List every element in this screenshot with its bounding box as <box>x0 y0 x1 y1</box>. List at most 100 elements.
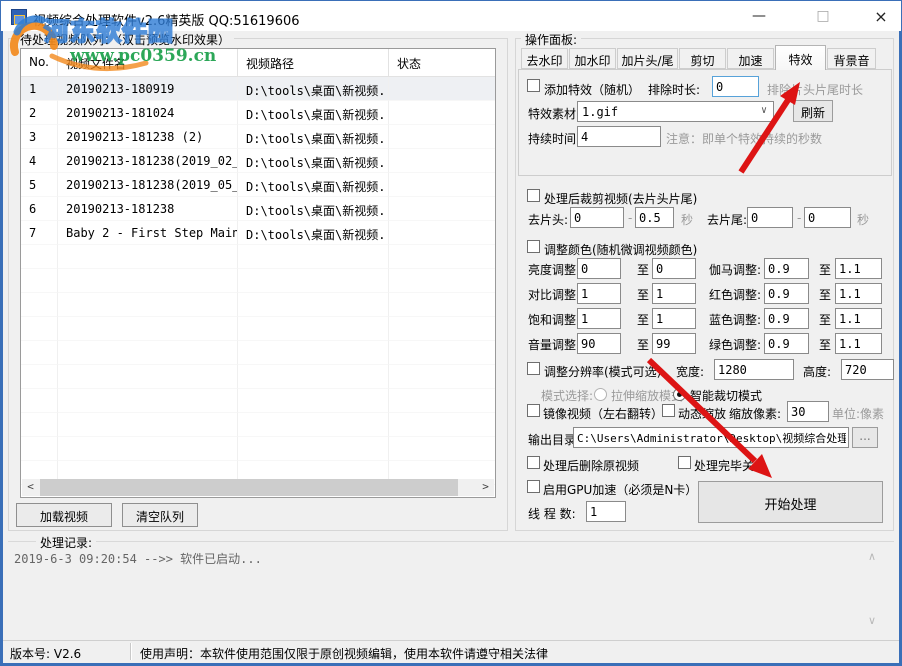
color-input-to-left[interactable] <box>652 283 696 304</box>
empty-cell <box>58 365 238 389</box>
color-input-to-right[interactable] <box>835 333 882 354</box>
log-scroll-up-icon[interactable]: ∧ <box>868 550 876 563</box>
duration-note: 注意：即单个特效持续的秒数 <box>666 130 822 147</box>
color-input-to-left[interactable] <box>652 333 696 354</box>
exclude-duration-input[interactable] <box>712 76 759 97</box>
to-label: 至 <box>819 336 831 353</box>
log-title: 处理记录: <box>36 534 96 551</box>
height-input[interactable] <box>841 359 894 380</box>
color-input-from-right[interactable] <box>764 283 809 304</box>
width-input[interactable] <box>714 359 794 380</box>
dynamic-zoom-checkbox[interactable] <box>662 404 675 417</box>
duration-input[interactable] <box>577 126 661 147</box>
cell-no: 5 <box>21 173 58 197</box>
refresh-button[interactable]: 刷新 <box>793 100 833 122</box>
app-icon <box>11 9 27 25</box>
empty-cell <box>389 437 495 461</box>
empty-cell <box>21 269 58 293</box>
empty-cell <box>238 317 389 341</box>
stretch-mode-radio[interactable] <box>594 388 607 401</box>
resolution-checkbox[interactable] <box>527 362 540 375</box>
color-input-from-left[interactable] <box>577 308 621 329</box>
color-input-from-left[interactable] <box>577 258 621 279</box>
mirror-checkbox[interactable] <box>527 404 540 417</box>
load-videos-button[interactable]: 加载视频 <box>16 503 112 527</box>
table-row[interactable]: 420190213-181238(2019_02_2...D:\tools\桌面… <box>21 149 495 173</box>
tab-加速[interactable]: 加速 <box>727 48 774 69</box>
to-label: 至 <box>637 261 649 278</box>
browse-button[interactable]: ... <box>852 427 878 448</box>
tab-加水印[interactable]: 加水印 <box>569 48 616 69</box>
start-processing-button[interactable]: 开始处理 <box>698 481 883 523</box>
color-input-from-left[interactable] <box>577 283 621 304</box>
shutdown-after-checkbox[interactable] <box>678 456 691 469</box>
crop-head-to-input[interactable] <box>635 207 674 228</box>
empty-cell <box>21 293 58 317</box>
empty-cell <box>389 413 495 437</box>
crop-tail-from-input[interactable] <box>747 207 793 228</box>
crop-head-from-input[interactable] <box>570 207 624 228</box>
gpu-checkbox[interactable] <box>527 480 540 493</box>
empty-cell <box>389 317 495 341</box>
horizontal-scrollbar[interactable]: < > <box>22 479 494 496</box>
color-input-from-right[interactable] <box>764 333 809 354</box>
shutdown-after-label: 处理完毕关机 <box>694 457 766 474</box>
column-header: 视频文件名 <box>58 49 238 76</box>
empty-cell <box>58 317 238 341</box>
color-input-to-left[interactable] <box>652 308 696 329</box>
table-row[interactable]: 120190213-180919D:\tools\桌面\新视频... <box>21 77 495 101</box>
close-button[interactable]: × <box>862 2 900 31</box>
delete-after-label: 处理后删除原视频 <box>543 457 639 474</box>
tab-背景音[interactable]: 背景音 <box>827 48 876 69</box>
clear-queue-button[interactable]: 清空队列 <box>122 503 198 527</box>
table-row[interactable]: 220190213-181024D:\tools\桌面\新视频... <box>21 101 495 125</box>
empty-table-row <box>21 293 495 317</box>
color-input-to-left[interactable] <box>652 258 696 279</box>
scrollbar-thumb[interactable] <box>40 479 458 496</box>
cell-no: 4 <box>21 149 58 173</box>
cell-status <box>389 149 495 173</box>
tab-剪切[interactable]: 剪切 <box>679 48 726 69</box>
crop-checkbox[interactable] <box>527 189 540 202</box>
cell-filename: 20190213-181238(2019_02_2... <box>58 149 238 173</box>
table-row[interactable]: 320190213-181238 (2)D:\tools\桌面\新视频... <box>21 125 495 149</box>
height-label: 高度: <box>803 363 831 380</box>
output-dir-input[interactable] <box>573 427 849 448</box>
empty-cell <box>58 389 238 413</box>
empty-cell <box>238 389 389 413</box>
scroll-right-icon[interactable]: > <box>477 479 494 496</box>
threads-input[interactable] <box>586 501 626 522</box>
color-checkbox[interactable] <box>527 240 540 253</box>
color-input-from-right[interactable] <box>764 258 809 279</box>
color-input-from-left[interactable] <box>577 333 621 354</box>
cell-status <box>389 101 495 125</box>
material-combobox[interactable]: 1.gif ∨ <box>577 101 774 122</box>
empty-table-row <box>21 413 495 437</box>
scroll-left-icon[interactable]: < <box>22 479 39 496</box>
video-queue-table[interactable]: No.视频文件名视频路径状态 120190213-180919D:\tools\… <box>20 48 496 498</box>
log-scroll-down-icon[interactable]: ∨ <box>868 614 876 627</box>
zoom-pixels-input[interactable] <box>787 401 829 422</box>
tab-去水印[interactable]: 去水印 <box>521 48 568 69</box>
color-input-to-right[interactable] <box>835 283 882 304</box>
minimize-button[interactable]: — <box>734 2 784 31</box>
crop-tail-to-input[interactable] <box>804 207 851 228</box>
tab-特效[interactable]: 特效 <box>775 45 826 70</box>
cell-filename: 20190213-181238 <box>58 197 238 221</box>
color-input-to-right[interactable] <box>835 308 882 329</box>
table-header-row: No.视频文件名视频路径状态 <box>21 49 495 77</box>
delete-after-checkbox[interactable] <box>527 456 540 469</box>
cell-filename: 20190213-181238 (2) <box>58 125 238 149</box>
add-effect-checkbox[interactable] <box>527 79 540 92</box>
smart-crop-mode-radio[interactable] <box>673 388 686 401</box>
table-row[interactable]: 7Baby 2 - First Step Main ...D:\tools\桌面… <box>21 221 495 245</box>
color-input-from-right[interactable] <box>764 308 809 329</box>
empty-cell <box>58 341 238 365</box>
table-row[interactable]: 620190213-181238D:\tools\桌面\新视频... <box>21 197 495 221</box>
table-row[interactable]: 520190213-181238(2019_05_0...D:\tools\桌面… <box>21 173 495 197</box>
empty-cell <box>389 365 495 389</box>
empty-cell <box>389 293 495 317</box>
empty-cell <box>389 269 495 293</box>
tab-加片头/尾[interactable]: 加片头/尾 <box>617 48 678 69</box>
color-input-to-right[interactable] <box>835 258 882 279</box>
